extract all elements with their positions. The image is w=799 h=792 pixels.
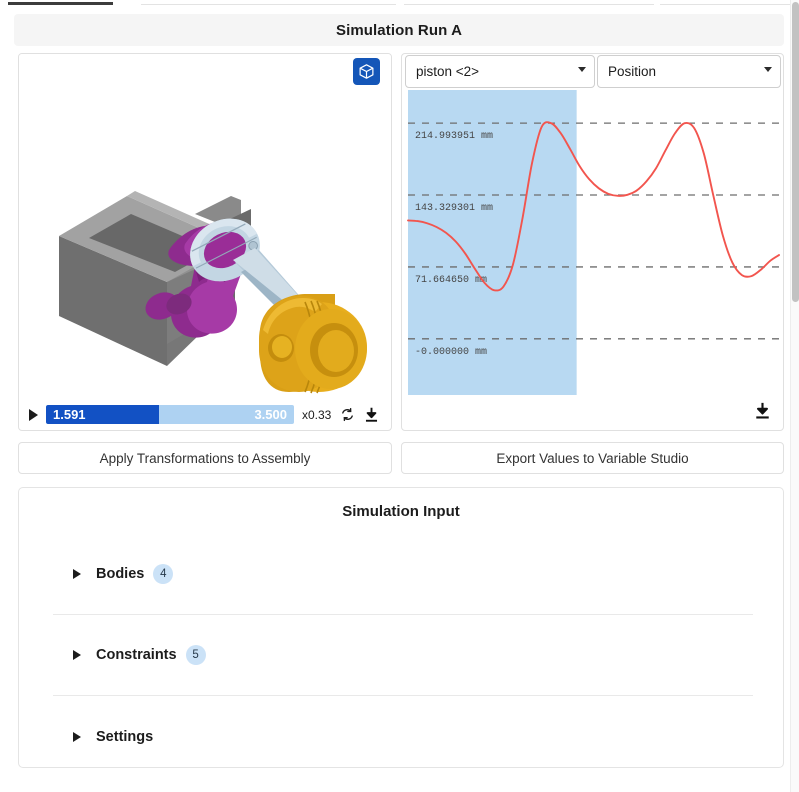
page-title: Simulation Run A xyxy=(335,21,463,39)
current-time-label: 1.591 xyxy=(53,407,86,422)
timeline-slider[interactable]: 1.591 3.500 xyxy=(46,405,294,424)
plot-svg: 214.993951 mm 143.329301 mm 71.664650 mm -0… xyxy=(407,90,780,395)
chevron-down-icon xyxy=(764,67,772,72)
quantity-select[interactable]: Position xyxy=(597,55,781,88)
gridline-label: -0.000000 mm xyxy=(415,347,487,358)
chevron-right-icon xyxy=(73,731,81,742)
apply-transformations-button[interactable]: Apply Transformations to Assembly xyxy=(18,442,392,474)
chevron-right-icon xyxy=(73,650,81,660)
speed-label[interactable]: x0.33 xyxy=(302,408,331,422)
top-toolbar-strip xyxy=(0,0,799,6)
end-time-label: 3.500 xyxy=(254,407,287,422)
simulation-input-title: Simulation Input xyxy=(342,503,460,520)
accordion-item-label: Settings xyxy=(96,728,154,745)
apply-transformations-label: Apply Transformations to Assembly xyxy=(99,450,311,466)
viewport-3d[interactable] xyxy=(19,54,391,399)
cube-view-button[interactable] xyxy=(353,58,380,85)
chevron-right-icon xyxy=(73,569,81,579)
accordion-item-settings[interactable]: Settings xyxy=(53,696,753,777)
toolbar-segment-3[interactable] xyxy=(404,0,654,5)
scrollbar-thumb[interactable] xyxy=(792,2,799,302)
download-icon[interactable] xyxy=(364,407,379,423)
accordion-item-bodies[interactable]: Bodies 4 xyxy=(53,534,753,615)
accordion-item-label: Bodies xyxy=(96,566,145,582)
download-icon[interactable] xyxy=(754,402,771,425)
body-select[interactable]: piston <2> xyxy=(405,55,595,88)
quantity-select-value: Position xyxy=(608,64,657,79)
chevron-down-icon xyxy=(578,67,586,72)
chart-card: piston <2> Position 214.993951 mm 143.329… xyxy=(401,53,784,431)
export-values-label: Export Values to Variable Studio xyxy=(496,450,689,466)
accordion-item-label: Constraints xyxy=(96,647,177,663)
simulation-input-panel: Simulation Input Bodies 4 Constraints 5 Sett… xyxy=(18,487,784,768)
gridline-label: 214.993951 mm xyxy=(415,131,493,142)
toolbar-segment-2[interactable] xyxy=(141,0,396,5)
play-icon[interactable] xyxy=(29,408,38,421)
loop-icon[interactable] xyxy=(340,407,355,422)
viewer-card: 1.591 3.500 x0.33 xyxy=(18,53,392,431)
chart-footer xyxy=(402,398,783,430)
count-badge: 5 xyxy=(185,645,206,665)
gridline-label: 71.664650 mm xyxy=(415,275,487,286)
run-header: Simulation Run A xyxy=(14,14,784,46)
simulation-page: Simulation Run A 1.591 3.500 x0.33 pisto… xyxy=(0,0,799,792)
toolbar-segment-4[interactable] xyxy=(660,0,799,5)
playback-controls: 1.591 3.500 x0.33 xyxy=(19,399,391,430)
accordion-list: Bodies 4 Constraints 5 Settings xyxy=(53,534,753,777)
vertical-scrollbar[interactable] xyxy=(790,0,799,792)
count-badge: 4 xyxy=(153,564,174,584)
cad-assembly xyxy=(59,191,367,394)
cube-icon xyxy=(359,64,374,79)
position-plot[interactable]: 214.993951 mm 143.329301 mm 71.664650 mm -0… xyxy=(405,90,781,395)
chart-selectors: piston <2> Position xyxy=(402,54,783,89)
body-select-value: piston <2> xyxy=(416,64,480,79)
accordion-item-constraints[interactable]: Constraints 5 xyxy=(53,615,753,696)
gridline-label: 143.329301 mm xyxy=(415,203,493,214)
toolbar-tab-active[interactable] xyxy=(8,0,113,5)
export-values-button[interactable]: Export Values to Variable Studio xyxy=(401,442,784,474)
